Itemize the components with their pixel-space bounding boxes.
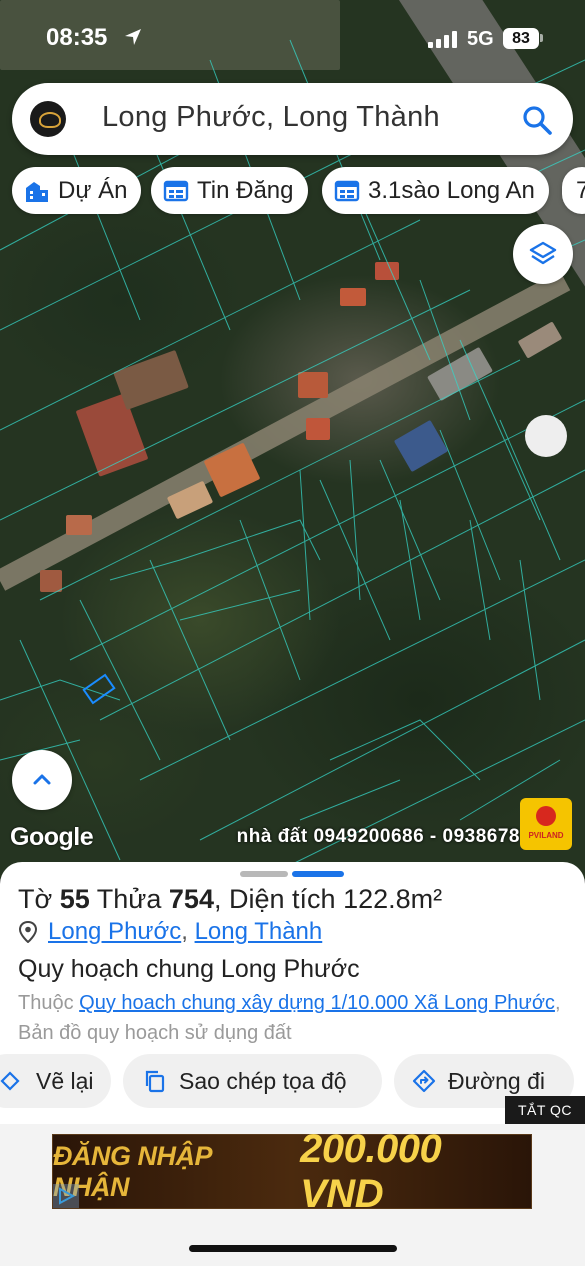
signal-icon — [428, 30, 457, 48]
ad-banner[interactable]: ĐĂNG NHẬP NHẬN 200.000 VND — [52, 1127, 532, 1216]
location-row: Long Phước, Long Thành — [18, 918, 322, 946]
search-bar[interactable]: Long Phước, Long Thành — [12, 83, 573, 155]
layers-button[interactable] — [513, 224, 573, 284]
map-view[interactable]: 08:35 5G 83 Long Phước, Long Thành Dự Án… — [0, 0, 585, 880]
clock: 08:35 — [46, 24, 108, 51]
battery-icon: 83 — [503, 28, 539, 49]
district-link[interactable]: Long Thành — [195, 918, 323, 946]
ad-choices-icon[interactable] — [53, 1184, 79, 1208]
parcel-sheet: Tờ 55 Thửa 754, Diện tích 122.8m² Long P… — [0, 862, 585, 1266]
ad-text-1: ĐĂNG NHẬP NHẬN — [53, 1140, 212, 1202]
listing-icon — [334, 180, 360, 201]
parcel-info: Tờ 55 Thửa 754, Diện tích 122.8m² — [18, 884, 442, 915]
copy-coords-label: Sao chép tọa độ — [179, 1067, 347, 1094]
area-label: Diện tích — [229, 884, 336, 914]
listing-icon — [163, 180, 189, 201]
plan-link[interactable]: Quy hoach chung xây dựng 1/10.000 Xã Lon… — [79, 992, 555, 1014]
chip-tin-dang[interactable]: Tin Đăng — [151, 167, 308, 214]
plan-title: Quy hoạch chung Long Phước — [18, 955, 360, 983]
expand-sheet-button[interactable] — [12, 750, 72, 810]
battery-tip — [540, 34, 543, 42]
layers-icon — [529, 241, 557, 265]
chip-du-an[interactable]: Dự Án — [12, 167, 142, 214]
sheet-label: Tờ — [18, 884, 53, 914]
redraw-label: Vẽ lại — [36, 1067, 94, 1094]
network-type: 5G — [467, 28, 494, 50]
belongs-prefix: Thuộc — [18, 992, 74, 1014]
redraw-icon — [0, 1071, 20, 1091]
pviland-logo-icon — [536, 806, 556, 826]
home-indicator[interactable] — [189, 1245, 397, 1252]
plan-source: Thuộc Quy hoach chung xây dựng 1/10.000 … — [18, 988, 573, 1048]
sheet-number: 55 — [59, 884, 90, 914]
search-icon[interactable] — [520, 103, 554, 137]
copy-coordinates-button[interactable]: Sao chép tọa độ — [123, 1054, 382, 1108]
status-bar: 08:35 5G 83 — [0, 0, 585, 80]
area-value: 122.8m² — [343, 884, 443, 914]
directions-label: Đường đi — [448, 1067, 545, 1094]
ward-link[interactable]: Long Phước — [48, 918, 181, 946]
badge-text: PVILAND — [528, 831, 564, 840]
redraw-button[interactable]: Vẽ lại — [0, 1054, 111, 1108]
comma: , — [213, 884, 222, 914]
lot-label: Thửa — [96, 884, 162, 914]
ad-text-2: 200.000 VND — [300, 1126, 442, 1216]
drag-handle[interactable] — [525, 415, 567, 457]
location-arrow-icon — [125, 29, 141, 45]
directions-icon — [412, 1069, 436, 1093]
chip-label: 3.1sào Long An — [368, 176, 535, 204]
lot-number: 754 — [168, 884, 214, 914]
google-attribution: Google — [10, 823, 94, 851]
search-input[interactable]: Long Phước, Long Thành — [102, 101, 440, 134]
chip-long-an[interactable]: 3.1sào Long An — [322, 167, 549, 214]
copy-icon — [145, 1070, 165, 1093]
separator: , — [181, 918, 188, 945]
sheet-page-indicator[interactable] — [240, 871, 288, 877]
sheet-page-indicator-active[interactable] — [292, 871, 344, 877]
chip-label: Tin Đăng — [197, 176, 294, 204]
chip-label: 7 — [576, 176, 585, 204]
chevron-up-icon — [33, 774, 51, 785]
map-watermark: nhà đất 0949200686 - 0938678 — [236, 826, 520, 847]
hide-ad-button[interactable]: TẮT QC — [505, 1096, 585, 1124]
building-icon — [26, 181, 48, 202]
pviland-badge[interactable]: PVILAND — [520, 798, 572, 850]
chip-label: Dự Án — [58, 176, 128, 204]
brand-logo-icon — [30, 101, 66, 137]
location-pin-icon — [18, 921, 38, 943]
